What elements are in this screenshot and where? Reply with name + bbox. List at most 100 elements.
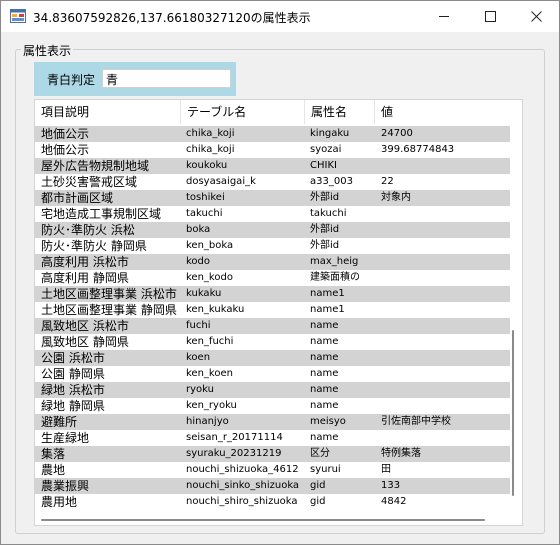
cell-attribute-name: name [310, 384, 339, 395]
table-row[interactable]: 地価公示 chika_koji kingaku 24700 [35, 126, 510, 142]
table-row[interactable]: 地価公示 chika_koji syozai 399.68774843 [35, 142, 510, 158]
table-row[interactable]: 農地 nouchi_shizuoka_4612 syurui 田 [35, 462, 510, 478]
cell-value [381, 318, 509, 334]
cell-attribute-name: takuchi [310, 208, 347, 219]
cell-description: 防火･準防火 浜松 [41, 223, 135, 237]
close-button[interactable] [513, 1, 559, 32]
cell-description: 緑地 浜松市 [41, 383, 105, 397]
cell-value: 特例集落 [381, 448, 421, 459]
cell-attribute-name: syozai [310, 144, 342, 155]
cell-value [381, 350, 509, 366]
cell-table-name: ken_fuchi [186, 336, 234, 347]
cell-value [381, 270, 509, 286]
horizontal-scrollbar[interactable] [41, 519, 485, 521]
table-row[interactable]: 緑地 静岡県 ken_ryoku name [35, 398, 510, 414]
app-icon [10, 9, 26, 23]
group-title: 属性表示 [21, 42, 74, 59]
cell-value [381, 286, 509, 302]
table-row[interactable]: 公園 静岡県 ken_koen name [35, 366, 510, 382]
table-row[interactable]: 風致地区 浜松市 fuchi name [35, 318, 510, 334]
cell-value [381, 382, 509, 398]
column-header-table-name[interactable]: テーブル名 [181, 100, 305, 124]
maximize-icon [484, 11, 496, 22]
table-row[interactable]: 高度利用 浜松市 kodo max_heig [35, 254, 510, 270]
cell-value: 24700 [381, 128, 413, 139]
cell-table-name: boka [186, 224, 211, 235]
cell-attribute-name: gid [310, 496, 326, 507]
cell-description: 土地区画整理事業 静岡県 [41, 303, 177, 317]
cell-table-name: ken_kodo [186, 272, 233, 283]
cell-description: 避難所 [41, 415, 78, 429]
cell-description: 地価公示 [41, 143, 90, 157]
cell-attribute-name: meisyo [310, 416, 346, 427]
cell-attribute-name: name1 [310, 304, 345, 315]
table-row[interactable]: 集落 syuraku_20231219 区分 特例集落 [35, 446, 510, 462]
vertical-scrollbar[interactable] [512, 330, 514, 496]
column-header-description[interactable]: 項目説明 [35, 100, 181, 124]
cell-attribute-name: 区分 [310, 448, 330, 459]
cell-description: 地価公示 [41, 127, 90, 141]
cell-table-name: hinanjyo [186, 416, 229, 427]
table-row[interactable]: 風致地区 静岡県 ken_fuchi name [35, 334, 510, 350]
filter-label: 青白判定 [47, 73, 96, 87]
table-row[interactable]: 緑地 浜松市 ryoku name [35, 382, 510, 398]
cell-value [381, 238, 509, 254]
maximize-button[interactable] [467, 1, 513, 32]
cell-value [381, 158, 509, 174]
cell-description: 高度利用 浜松市 [41, 255, 129, 269]
table-row[interactable]: 避難所 hinanjyo meisyo 引佐南部中学校 [35, 414, 510, 430]
cell-table-name: kodo [186, 256, 211, 267]
table-row[interactable]: 土砂災害警戒区域 dosyasaigai_k a33_003 22 [35, 174, 510, 190]
minimize-icon [439, 16, 449, 17]
cell-value [381, 254, 509, 270]
cell-attribute-name: name [310, 336, 339, 347]
cell-attribute-name: a33_003 [310, 176, 353, 187]
filter-panel: 青白判定 青 [34, 62, 236, 96]
cell-value: 4842 [381, 496, 407, 507]
table-row[interactable]: 屋外広告物規制地域 koukoku CHIKI [35, 158, 510, 174]
cell-description: 公園 静岡県 [41, 367, 105, 381]
cell-value [381, 302, 509, 318]
cell-attribute-name: kingaku [310, 128, 350, 139]
cell-value [381, 206, 509, 222]
list-rows: 地価公示 chika_koji kingaku 24700 地価公示 chika_koji… [35, 126, 510, 510]
column-header-value[interactable]: 値 [375, 100, 522, 124]
filter-value-field[interactable]: 青 [102, 69, 231, 88]
cell-value: 田 [381, 464, 391, 475]
cell-attribute-name: CHIKI [310, 160, 337, 171]
close-icon [530, 11, 542, 22]
table-row[interactable]: 防火･準防火 静岡県 ken_boka 外部id [35, 238, 510, 254]
minimize-button[interactable] [421, 1, 467, 32]
attribute-list[interactable]: 項目説明 テーブル名 属性名 値 地価公示 chika_koji kingaku 24… [34, 99, 523, 526]
cell-description: 宅地造成工事規制区域 [41, 207, 162, 221]
table-row[interactable]: 農業振興 nouchi_sinko_shizuoka gid 133 [35, 478, 510, 494]
table-row[interactable]: 高度利用 静岡県 ken_kodo 建築面積の [35, 270, 510, 286]
cell-value: 引佐南部中学校 [381, 416, 451, 427]
title-bar[interactable]: 34.83607592826,137.66180327120の属性表示 [1, 1, 559, 32]
table-row[interactable]: 防火･準防火 浜松 boka 外部id [35, 222, 510, 238]
cell-attribute-name: gid [310, 480, 326, 491]
table-row[interactable]: 土地区画整理事業 浜松市 kukaku name1 [35, 286, 510, 302]
cell-description: 農業振興 [41, 479, 90, 493]
cell-description: 都市計画区域 [41, 191, 114, 205]
cell-attribute-name: name [310, 368, 339, 379]
cell-attribute-name: 外部id [310, 192, 340, 203]
table-row[interactable]: 宅地造成工事規制区域 takuchi takuchi [35, 206, 510, 222]
table-row[interactable]: 農用地 nouchi_shiro_shizuoka gid 4842 [35, 494, 510, 510]
cell-description: 風致地区 浜松市 [41, 319, 129, 333]
table-row[interactable]: 生産緑地 seisan_r_20171114 name [35, 430, 510, 446]
column-header-attribute-name[interactable]: 属性名 [305, 100, 375, 124]
cell-attribute-name: syurui [310, 464, 341, 475]
cell-table-name: koukoku [186, 160, 228, 171]
cell-description: 農地 [41, 463, 66, 477]
cell-attribute-name: 外部id [310, 240, 340, 251]
cell-attribute-name: 外部id [310, 224, 340, 235]
cell-table-name: koen [186, 352, 211, 363]
cell-attribute-name: 建築面積の [310, 272, 360, 283]
cell-value [381, 222, 509, 238]
table-row[interactable]: 都市計画区域 toshikei 外部id 対象内 [35, 190, 510, 206]
cell-description: 緑地 静岡県 [41, 399, 105, 413]
cell-table-name: nouchi_shiro_shizuoka [186, 496, 298, 507]
table-row[interactable]: 公園 浜松市 koen name [35, 350, 510, 366]
table-row[interactable]: 土地区画整理事業 静岡県 ken_kukaku name1 [35, 302, 510, 318]
